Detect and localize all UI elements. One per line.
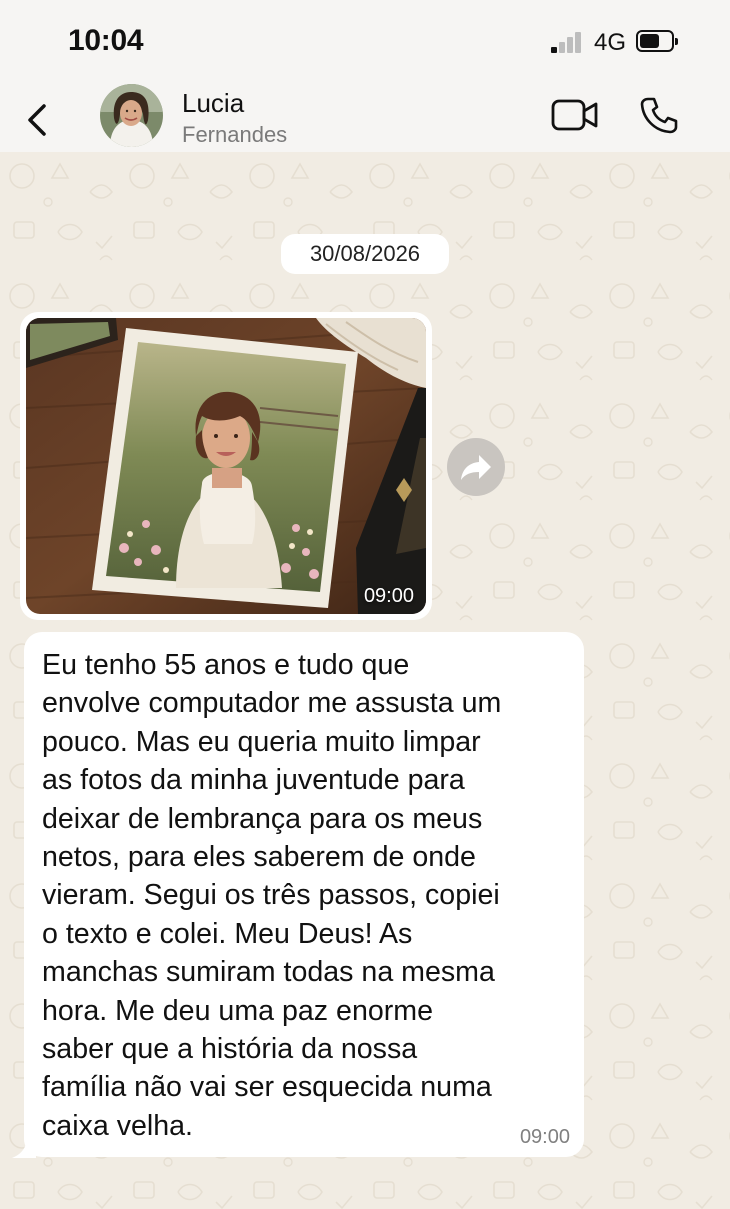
message-line: família não vai ser esquecida numa <box>42 1071 492 1104</box>
text-message[interactable]: Eu tenho 55 anos e tudo que envolve compu… <box>24 632 584 1157</box>
signal-icon <box>551 31 585 53</box>
voice-call-button[interactable] <box>640 96 678 134</box>
message-line: hora. Me deu uma paz enorme <box>42 994 433 1027</box>
forward-arrow-icon <box>461 455 491 480</box>
phone-icon <box>640 97 678 134</box>
message-line: as fotos da minha juventude para <box>42 764 465 797</box>
message-line: manchas sumiram todas na mesma <box>42 956 495 989</box>
contact-avatar[interactable] <box>100 84 163 147</box>
message-timestamp: 09:00 <box>519 1126 570 1148</box>
contact-name[interactable]: Lucia <box>182 88 244 119</box>
battery-icon <box>636 30 678 52</box>
signal-bar <box>575 32 581 53</box>
contact-surname[interactable]: Fernandes <box>182 122 287 148</box>
status-bar: 10:04 4G <box>0 0 730 78</box>
message-line: vieram. Segui os três passos, copiei <box>42 879 500 912</box>
date-chip: 30/08/2026 <box>281 234 449 274</box>
message-line: pouco. Mas eu queria muito limpar <box>42 725 481 758</box>
signal-bar <box>551 47 557 53</box>
message-line: o texto e colei. Meu Deus! As <box>42 917 413 950</box>
chevron-left-icon <box>28 104 46 136</box>
network-type: 4G <box>594 29 627 56</box>
bubble-tail <box>12 1136 36 1158</box>
forward-button[interactable] <box>447 438 505 496</box>
vintage-photo[interactable]: 09:00 <box>26 318 426 614</box>
message-text: Eu tenho 55 anos e tudo que envolve compu… <box>42 646 566 1145</box>
message-line: netos, para eles saberem de onde <box>42 841 476 874</box>
signal-bar <box>559 42 565 53</box>
video-camera-icon <box>551 99 598 131</box>
message-line: Eu tenho 55 anos e tudo que <box>42 649 410 681</box>
message-line: caixa velha. <box>42 1109 193 1142</box>
message-line: envolve computador me assusta um <box>42 687 502 720</box>
message-line: saber que a história da nossa <box>42 1033 418 1066</box>
message-line: deixar de lembrança para os meus <box>42 802 483 835</box>
chat-header: Lucia Fernandes <box>0 78 730 152</box>
back-button[interactable] <box>24 100 54 140</box>
video-call-button[interactable] <box>551 98 599 132</box>
image-timestamp: 09:00 <box>363 585 414 607</box>
image-message[interactable]: 09:00 <box>20 312 432 620</box>
status-time: 10:04 <box>68 24 144 57</box>
signal-bar <box>567 37 573 53</box>
chat-area[interactable]: 30/08/2026 09:00 Eu tenho 55 anos e tudo… <box>0 152 730 1209</box>
